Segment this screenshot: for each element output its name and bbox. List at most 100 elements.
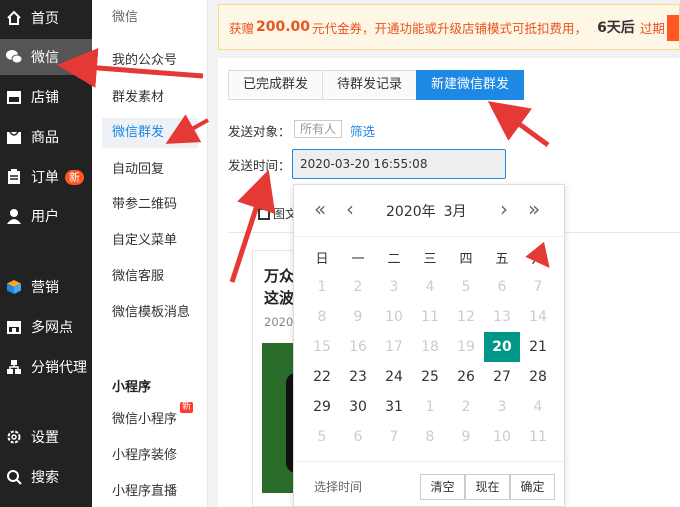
day-cell[interactable]: 17 bbox=[376, 332, 412, 362]
day-cell[interactable]: 7 bbox=[520, 272, 556, 302]
day-cell[interactable]: 11 bbox=[412, 302, 448, 332]
day-cell[interactable]: 27 bbox=[484, 362, 520, 392]
mass-send-tabs: 已完成群发 待群发记录 新建微信群发 bbox=[228, 70, 525, 100]
day-cell[interactable]: 24 bbox=[376, 362, 412, 392]
nav-item-distribution[interactable]: 分销代理 bbox=[0, 349, 92, 385]
tab-pending[interactable]: 待群发记录 bbox=[322, 70, 417, 100]
day-cell[interactable]: 23 bbox=[340, 362, 376, 392]
order-icon bbox=[5, 168, 23, 186]
tab-news[interactable]: 图文 bbox=[258, 205, 297, 222]
nav-label: 微信 bbox=[31, 50, 59, 66]
day-cell[interactable]: 10 bbox=[376, 302, 412, 332]
day-cell[interactable]: 8 bbox=[304, 302, 340, 332]
day-cell[interactable]: 22 bbox=[304, 362, 340, 392]
day-cell[interactable]: 15 bbox=[304, 332, 340, 362]
date-picker-year[interactable]: 2020年 bbox=[386, 204, 436, 220]
day-cell[interactable]: 18 bbox=[412, 332, 448, 362]
day-cell[interactable]: 19 bbox=[448, 332, 484, 362]
submenu-item-template-message[interactable]: 微信模板消息 bbox=[112, 304, 190, 322]
select-time-link[interactable]: 选择时间 bbox=[314, 478, 362, 495]
day-cell[interactable]: 14 bbox=[520, 302, 556, 332]
day-cell[interactable]: 6 bbox=[484, 272, 520, 302]
day-cell[interactable]: 1 bbox=[412, 392, 448, 422]
goods-icon bbox=[5, 128, 23, 146]
submenu-item-materials[interactable]: 群发素材 bbox=[112, 89, 164, 107]
date-picker-title: 2020年 3月 bbox=[386, 201, 475, 221]
gear-icon bbox=[5, 428, 23, 446]
tab-completed[interactable]: 已完成群发 bbox=[228, 70, 323, 100]
day-cell[interactable]: 3 bbox=[376, 272, 412, 302]
notice-amount: 200.00 bbox=[256, 19, 311, 35]
submenu-item-auto-reply[interactable]: 自动回复 bbox=[112, 161, 164, 179]
nav-item-marketing[interactable]: 营销 bbox=[0, 269, 92, 305]
clear-button[interactable]: 清空 bbox=[420, 474, 465, 500]
day-cell[interactable]: 1 bbox=[304, 272, 340, 302]
day-cell[interactable]: 11 bbox=[520, 422, 556, 452]
new-badge: 新 bbox=[180, 402, 194, 413]
submenu-item-miniprogram-decor[interactable]: 小程序装修 bbox=[112, 447, 177, 465]
confirm-button[interactable]: 确定 bbox=[510, 474, 555, 500]
filter-link[interactable]: 筛选 bbox=[350, 121, 375, 140]
marketing-icon bbox=[5, 278, 23, 296]
nav-label: 营销 bbox=[31, 280, 59, 296]
day-cell[interactable]: 21 bbox=[520, 332, 556, 362]
nav-item-settings[interactable]: 设置 bbox=[0, 419, 92, 455]
day-cell[interactable]: 2 bbox=[448, 392, 484, 422]
day-cell[interactable]: 31 bbox=[376, 392, 412, 422]
wechat-submenu: 微信 我的公众号 群发素材 微信群发 自动回复 带参二维码 自定义菜单 微信客服… bbox=[92, 0, 208, 507]
submenu-item-customer-service[interactable]: 微信客服 bbox=[112, 268, 164, 286]
day-cell[interactable]: 6 bbox=[340, 422, 376, 452]
day-cell[interactable]: 13 bbox=[484, 302, 520, 332]
next-year-icon[interactable]: » bbox=[528, 199, 540, 219]
day-cell[interactable]: 12 bbox=[448, 302, 484, 332]
date-picker-month[interactable]: 3月 bbox=[444, 204, 467, 220]
day-cell[interactable]: 26 bbox=[448, 362, 484, 392]
nav-item-wechat[interactable]: 微信 bbox=[0, 39, 92, 75]
nav-item-branches[interactable]: 多网点 bbox=[0, 309, 92, 345]
prev-month-icon[interactable]: ‹ bbox=[346, 199, 354, 219]
nav-label: 用户 bbox=[31, 209, 59, 225]
day-cell[interactable]: 29 bbox=[304, 392, 340, 422]
prev-year-icon[interactable]: « bbox=[314, 199, 326, 219]
day-cell[interactable]: 4 bbox=[520, 392, 556, 422]
next-month-icon[interactable]: › bbox=[500, 199, 508, 219]
now-button[interactable]: 现在 bbox=[465, 474, 510, 500]
send-target-tag[interactable]: 所有人 bbox=[294, 120, 343, 138]
submenu-section-miniprogram: 小程序 bbox=[112, 380, 152, 395]
nav-label: 店铺 bbox=[31, 90, 59, 106]
notice-prefix: 获赠 bbox=[229, 20, 255, 36]
day-cell[interactable]: 7 bbox=[376, 422, 412, 452]
wechat-icon bbox=[5, 48, 23, 66]
nav-item-order[interactable]: 订单 新 bbox=[0, 159, 92, 195]
submenu-item-miniprogram-live[interactable]: 小程序直播 bbox=[112, 483, 177, 501]
tab-new-mass-send[interactable]: 新建微信群发 bbox=[416, 70, 525, 100]
day-cell[interactable]: 10 bbox=[484, 422, 520, 452]
nav-item-goods[interactable]: 商品 bbox=[0, 119, 92, 155]
day-cell[interactable]: 9 bbox=[448, 422, 484, 452]
day-cell[interactable]: 5 bbox=[448, 272, 484, 302]
day-cell[interactable]: 25 bbox=[412, 362, 448, 392]
day-cell[interactable]: 8 bbox=[412, 422, 448, 452]
day-cell[interactable]: 30 bbox=[340, 392, 376, 422]
day-cell[interactable]: 20 bbox=[484, 332, 520, 362]
day-cell[interactable]: 3 bbox=[484, 392, 520, 422]
nav-item-search[interactable]: 搜索 bbox=[0, 459, 92, 495]
notice-text: 元代金券，开通功能或升级店铺模式可抵扣费用， bbox=[312, 20, 588, 36]
submenu-item-mass-send[interactable]: 微信群发 bbox=[102, 118, 198, 148]
day-cell[interactable]: 5 bbox=[304, 422, 340, 452]
day-cell[interactable]: 16 bbox=[340, 332, 376, 362]
submenu-item-qrcode[interactable]: 带参二维码 bbox=[112, 196, 177, 214]
submenu-item-custom-menu[interactable]: 自定义菜单 bbox=[112, 232, 177, 250]
nav-item-store[interactable]: 店铺 bbox=[0, 79, 92, 115]
day-cell[interactable]: 9 bbox=[340, 302, 376, 332]
submenu-item-miniprogram[interactable]: 微信小程序 bbox=[112, 411, 177, 429]
day-cell[interactable]: 4 bbox=[412, 272, 448, 302]
nav-item-home[interactable]: 首页 bbox=[0, 0, 92, 36]
send-time-input[interactable]: 2020-03-20 16:55:08 bbox=[292, 149, 506, 179]
news-icon bbox=[258, 207, 270, 220]
day-cell[interactable]: 2 bbox=[340, 272, 376, 302]
notice-action-button[interactable] bbox=[667, 15, 679, 41]
submenu-item-official-account[interactable]: 我的公众号 bbox=[112, 52, 177, 70]
day-cell[interactable]: 28 bbox=[520, 362, 556, 392]
nav-item-user[interactable]: 用户 bbox=[0, 198, 92, 234]
